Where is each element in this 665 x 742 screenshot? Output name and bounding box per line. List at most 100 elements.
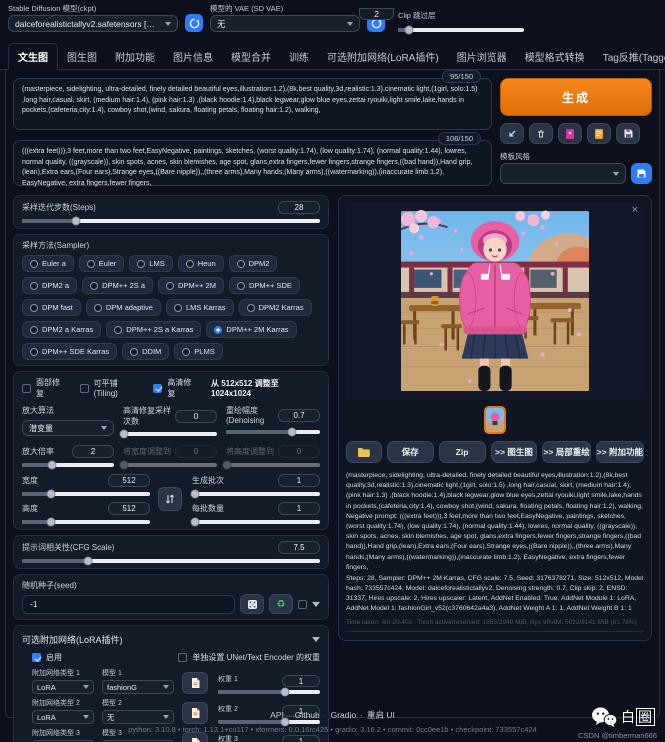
save-image-button[interactable]: 保存 xyxy=(387,441,434,463)
tab-image-browser[interactable]: 图片浏览器 xyxy=(448,44,516,69)
sampler-option[interactable]: DPM fast xyxy=(22,299,81,316)
sampler-option[interactable]: LMS xyxy=(129,255,172,272)
extra-networks-button[interactable] xyxy=(558,123,582,144)
tab-model-convert[interactable]: 模型格式转换 xyxy=(516,44,594,69)
swap-dimensions-button[interactable] xyxy=(158,487,182,511)
sampler-option[interactable]: Heun xyxy=(178,255,224,272)
upscale-by-input[interactable]: 2 xyxy=(72,445,114,458)
cfg-input[interactable]: 7.5 xyxy=(278,541,320,554)
tab-train[interactable]: 训练 xyxy=(280,44,318,69)
upscaler-select[interactable]: 潜变量 xyxy=(22,420,114,436)
steps-value-input[interactable]: 28 xyxy=(278,201,320,214)
send-to-img2img-button[interactable]: >> 图生图 xyxy=(491,441,538,463)
resize-width-slider[interactable] xyxy=(123,463,217,467)
clear-prompt-button[interactable] xyxy=(529,123,553,144)
sampler-option-selected[interactable]: DPM++ 2M Karras xyxy=(206,321,296,338)
refresh-styles-button[interactable] xyxy=(631,163,652,184)
lora-separate-weights-checkbox[interactable]: 单独设置 UNet/Text Encoder 的权重 xyxy=(178,652,320,663)
sampler-option[interactable]: DPM++ 2S a Karras xyxy=(106,321,201,338)
steps-slider[interactable] xyxy=(22,219,320,223)
lora-model-info-button[interactable] xyxy=(182,672,208,694)
lora-type-select[interactable]: LoRA xyxy=(32,680,94,694)
sampler-option[interactable]: DPM adaptive xyxy=(86,299,161,316)
denoising-input[interactable]: 0.7 xyxy=(278,409,320,422)
save-style-button[interactable] xyxy=(616,123,640,144)
lora-weight-slider[interactable] xyxy=(218,690,320,694)
document-icon xyxy=(190,677,201,689)
sampler-option[interactable]: DDIM xyxy=(122,343,169,360)
tab-txt2img[interactable]: 文生图 xyxy=(8,43,58,70)
resize-height-input[interactable]: 0 xyxy=(278,445,320,458)
batch-size-input[interactable]: 1 xyxy=(278,502,320,515)
batch-count-slider[interactable] xyxy=(192,492,320,496)
save-zip-button[interactable]: Zip xyxy=(439,441,486,463)
lora-enable-checkbox[interactable]: 启用 xyxy=(32,652,62,663)
resize-height-slider[interactable] xyxy=(226,463,320,467)
tab-png-info[interactable]: 图片信息 xyxy=(164,44,222,69)
sampler-option[interactable]: DPM2 a xyxy=(22,277,77,294)
upscaler-label: 放大算法 xyxy=(22,405,114,416)
sampler-option[interactable]: DPM2 xyxy=(229,255,278,272)
face-restore-checkbox[interactable]: 面部修复 xyxy=(22,377,68,399)
batch-count-input[interactable]: 1 xyxy=(278,474,320,487)
batch-size-slider[interactable] xyxy=(192,520,320,524)
upscale-by-slider[interactable] xyxy=(22,463,114,467)
sampler-option[interactable]: DPM++ 2M xyxy=(158,277,224,294)
extra-seed-checkbox[interactable] xyxy=(298,600,307,609)
seed-extra-caret-icon[interactable] xyxy=(312,602,320,607)
sampler-option[interactable]: DPM2 Karras xyxy=(239,299,312,316)
hires-steps-slider[interactable] xyxy=(123,432,217,436)
vae-select[interactable]: 无 xyxy=(210,15,360,32)
seed-input[interactable]: -1 xyxy=(22,595,235,614)
sampler-option[interactable]: DPM2 a Karras xyxy=(22,321,101,338)
height-input[interactable]: 512 xyxy=(108,502,150,515)
style-select[interactable] xyxy=(500,163,626,184)
hires-steps-input[interactable]: 0 xyxy=(175,410,217,423)
thumbnail-selected[interactable] xyxy=(484,406,506,434)
reload-ui-link[interactable]: 重启 UI xyxy=(367,710,395,720)
width-input[interactable]: 512 xyxy=(108,474,150,487)
tab-img2img[interactable]: 图生图 xyxy=(58,44,106,69)
negative-prompt-input[interactable]: 106/150 (((extra feet))),3 feet,more tha… xyxy=(13,140,492,186)
generated-image[interactable] xyxy=(401,210,589,392)
sampler-option[interactable]: Euler xyxy=(79,255,125,272)
positive-prompt-input[interactable]: 95/150 (masterpiece, sidelighting, ultra… xyxy=(13,78,492,130)
open-folder-button[interactable] xyxy=(346,441,382,463)
tab-additional-networks[interactable]: 可选附加网络(LoRA插件) xyxy=(318,44,448,69)
close-gallery-icon[interactable]: × xyxy=(632,204,638,216)
lora-weight-input[interactable]: 1 xyxy=(282,675,320,687)
resize-width-input[interactable]: 0 xyxy=(175,445,217,458)
reuse-seed-button[interactable]: ♻ xyxy=(269,594,293,614)
generate-button[interactable]: 生成 xyxy=(500,78,652,116)
sampler-option[interactable]: DPM++ SDE Karras xyxy=(22,343,117,360)
github-link[interactable]: Github xyxy=(295,710,320,720)
send-to-inpaint-button[interactable]: >> 局部重绘 xyxy=(542,441,590,463)
api-link[interactable]: API xyxy=(270,710,284,720)
tab-extras[interactable]: 附加功能 xyxy=(106,44,164,69)
sampler-option[interactable]: DPM++ SDE xyxy=(229,277,300,294)
cfg-slider[interactable] xyxy=(22,559,320,563)
sampler-option[interactable]: PLMS xyxy=(174,343,222,360)
hires-fix-checkbox[interactable]: 高清修复 xyxy=(153,377,199,399)
refresh-checkpoint-button[interactable] xyxy=(185,14,203,32)
denoising-slider[interactable] xyxy=(226,430,320,434)
height-slider[interactable] xyxy=(22,520,150,524)
sampler-option[interactable]: Euler a xyxy=(22,255,74,272)
checkpoint-select[interactable]: dalceforealistictallyv2.safetensors [733… xyxy=(8,15,178,32)
sampler-option[interactable]: LMS Karras xyxy=(166,299,234,316)
paste-params-button[interactable] xyxy=(500,123,524,144)
clip-skip-slider[interactable] xyxy=(398,28,524,32)
apply-style-button[interactable] xyxy=(587,123,611,144)
lora-accordion-header[interactable]: 可选附加网络(LoRA插件) xyxy=(22,631,320,650)
sampler-option[interactable]: DPM++ 2S a xyxy=(82,277,153,294)
gradio-link[interactable]: Gradio xyxy=(331,710,357,720)
info-negative: Negative prompt: (((extra feet))),3 feet… xyxy=(346,512,644,573)
width-slider[interactable] xyxy=(22,492,150,496)
tab-tagger[interactable]: Tag反推(Tagger) xyxy=(594,44,665,69)
tab-checkpoint-merger[interactable]: 模型合并 xyxy=(222,44,280,69)
clip-skip-value-input[interactable]: 2 xyxy=(359,8,394,20)
tiling-checkbox[interactable]: 可平铺(Tiling) xyxy=(80,378,142,398)
lora-model-select[interactable]: fashionG xyxy=(102,680,174,694)
send-to-extras-button[interactable]: >> 附加功能 xyxy=(596,441,644,463)
random-seed-button[interactable] xyxy=(240,594,264,614)
